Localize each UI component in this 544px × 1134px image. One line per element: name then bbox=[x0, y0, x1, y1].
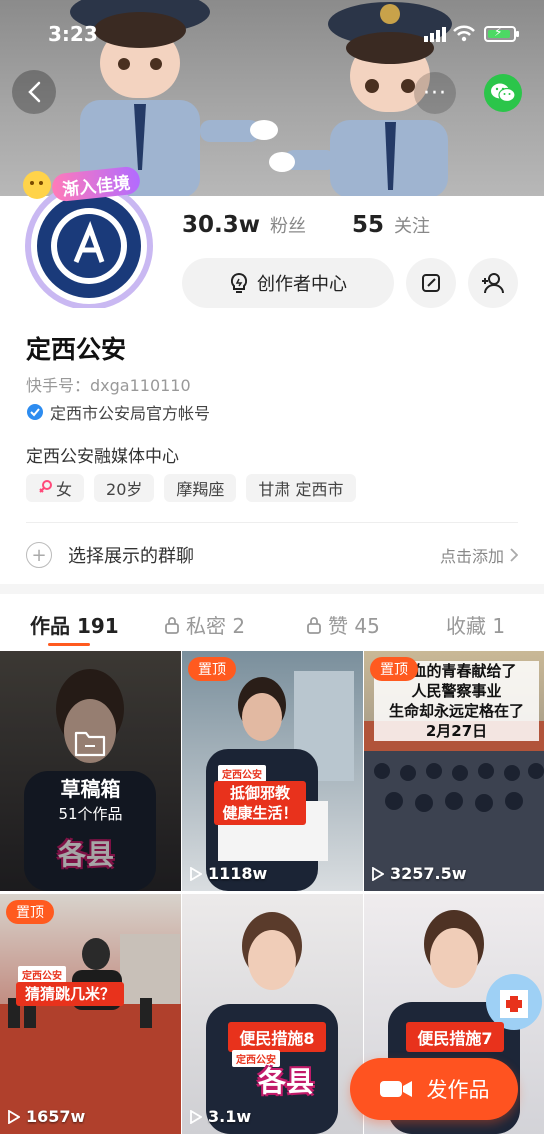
creator-center-button[interactable]: 创作者中心 bbox=[182, 258, 394, 308]
video-card[interactable]: 置顶 定西公安 抵御邪教 健康生活！ 1118w bbox=[182, 651, 363, 891]
lock-icon bbox=[307, 616, 321, 634]
tab-likes-label: 赞 45 bbox=[328, 614, 380, 638]
view-count: 3257.5w bbox=[372, 864, 467, 883]
video-card[interactable]: 便民措施8 定西公安 各县 3.1w bbox=[182, 894, 363, 1134]
group-chat-row[interactable]: + 选择展示的群聊 点击添加 bbox=[26, 534, 518, 576]
post-work-button[interactable]: 发作品 bbox=[350, 1058, 518, 1120]
tab-likes[interactable]: 赞 45 bbox=[306, 610, 380, 639]
achievement-badge: 渐入佳境 bbox=[23, 165, 158, 206]
edit-icon bbox=[422, 274, 440, 292]
add-user-icon bbox=[482, 273, 504, 294]
verified-row: 定西市公安局官方帐号 bbox=[26, 400, 210, 424]
video-card[interactable]: 热血的青春献给了 人民警察事业 生命却永远定格在了 2月27日 置顶 3257.… bbox=[364, 651, 544, 891]
tag-gender: 女 bbox=[26, 474, 85, 502]
profile-card: 渐入佳境 30.3w 粉丝 55 关注 创作者中心 定西公安 快手号：dxga1… bbox=[0, 0, 544, 584]
video-caption: 便民措施8 bbox=[228, 1022, 326, 1052]
add-friend-button[interactable] bbox=[468, 258, 518, 308]
divider bbox=[26, 522, 518, 523]
followers-label[interactable]: 粉丝 bbox=[270, 212, 306, 238]
tag-gender-label: 女 bbox=[56, 480, 73, 499]
chevron-right-icon bbox=[510, 548, 518, 562]
video-camera-icon bbox=[379, 1081, 412, 1097]
view-count-value: 1118w bbox=[208, 864, 268, 883]
overlay-text: 各县 bbox=[258, 1065, 315, 1098]
tab-favorites-label: 收藏 1 bbox=[446, 614, 506, 638]
tab-favorites[interactable]: 收藏 1 bbox=[446, 610, 505, 639]
tag-age: 20岁 bbox=[94, 474, 155, 502]
view-count-value: 3257.5w bbox=[390, 864, 467, 883]
content-tabs: 作品 191 私密 2 赞 45 收藏 1 bbox=[0, 594, 544, 650]
pinned-badge: 置顶 bbox=[188, 657, 236, 681]
section-gap bbox=[0, 584, 544, 594]
video-caption: 抵御邪教 健康生活！ bbox=[214, 781, 306, 825]
tab-private[interactable]: 私密 2 bbox=[164, 610, 245, 639]
caption-small: 定西公安 bbox=[218, 765, 266, 782]
followers-count[interactable]: 30.3w bbox=[182, 212, 260, 238]
profile-tags: 女 20岁 摩羯座 甘肃 定西市 bbox=[26, 474, 356, 502]
tag-zodiac: 摩羯座 bbox=[164, 474, 237, 502]
following-label[interactable]: 关注 bbox=[394, 212, 430, 238]
tab-private-label: 私密 2 bbox=[186, 614, 246, 638]
tab-works[interactable]: 作品 191 bbox=[30, 610, 119, 639]
play-icon bbox=[8, 1109, 20, 1124]
tag-location: 甘肃 定西市 bbox=[246, 474, 356, 502]
caption-small: 定西公安 bbox=[18, 966, 66, 983]
play-icon bbox=[190, 866, 202, 881]
drafts-title: 草稿箱 bbox=[60, 777, 121, 801]
pinned-badge: 置顶 bbox=[370, 657, 418, 681]
profile-page: { "status": {"time": "3:23"}, "profile":… bbox=[0, 0, 544, 1134]
view-count: 1657w bbox=[8, 1107, 85, 1126]
view-count-value: 1657w bbox=[26, 1107, 86, 1126]
view-count: 3.1w bbox=[190, 1107, 251, 1126]
post-work-label: 发作品 bbox=[426, 1078, 490, 1102]
creator-center-label: 创作者中心 bbox=[257, 274, 347, 295]
edit-profile-button[interactable] bbox=[406, 258, 456, 308]
bio: 定西公安融媒体中心 bbox=[26, 447, 179, 467]
group-chat-add[interactable]: 点击添加 bbox=[440, 543, 518, 567]
profile-name: 定西公安 bbox=[26, 335, 127, 364]
drafts-overlay bbox=[0, 651, 181, 891]
lock-icon bbox=[165, 616, 179, 634]
group-chat-action: 点击添加 bbox=[439, 547, 504, 566]
group-chat-title: 选择展示的群聊 bbox=[68, 546, 194, 567]
verified-check-icon bbox=[27, 404, 43, 420]
view-count: 1118w bbox=[190, 864, 267, 883]
folder-icon bbox=[74, 731, 106, 757]
video-caption: 猜猜跳几米？ bbox=[16, 982, 124, 1006]
badge-label: 渐入佳境 bbox=[50, 165, 142, 203]
plus-circle-icon: + bbox=[26, 542, 52, 568]
thumbnail-person bbox=[206, 671, 354, 891]
sparkle-icon bbox=[23, 171, 51, 199]
play-icon bbox=[190, 1109, 202, 1124]
tab-works-label: 作品 191 bbox=[30, 614, 119, 638]
kwai-id[interactable]: 快手号：dxga110110 bbox=[26, 372, 191, 396]
video-card[interactable]: 置顶 定西公安 猜猜跳几米？ 1657w bbox=[0, 894, 181, 1134]
thumbnail-jump bbox=[0, 934, 181, 1134]
bulb-icon bbox=[230, 272, 248, 293]
following-count[interactable]: 55 bbox=[352, 212, 384, 238]
female-icon bbox=[39, 480, 52, 493]
drafts-cell[interactable]: 各县 草稿箱 51个作品 bbox=[0, 651, 181, 891]
verified-text: 定西市公安局官方帐号 bbox=[50, 404, 211, 423]
view-count-value: 3.1w bbox=[208, 1107, 252, 1126]
pinned-badge: 置顶 bbox=[6, 900, 54, 924]
play-icon bbox=[372, 866, 384, 881]
drafts-count: 51个作品 bbox=[58, 805, 123, 823]
video-caption: 便民措施7 bbox=[406, 1022, 504, 1052]
active-tab-indicator bbox=[48, 643, 90, 646]
stats-row: 30.3w 粉丝 55 关注 bbox=[182, 212, 430, 238]
